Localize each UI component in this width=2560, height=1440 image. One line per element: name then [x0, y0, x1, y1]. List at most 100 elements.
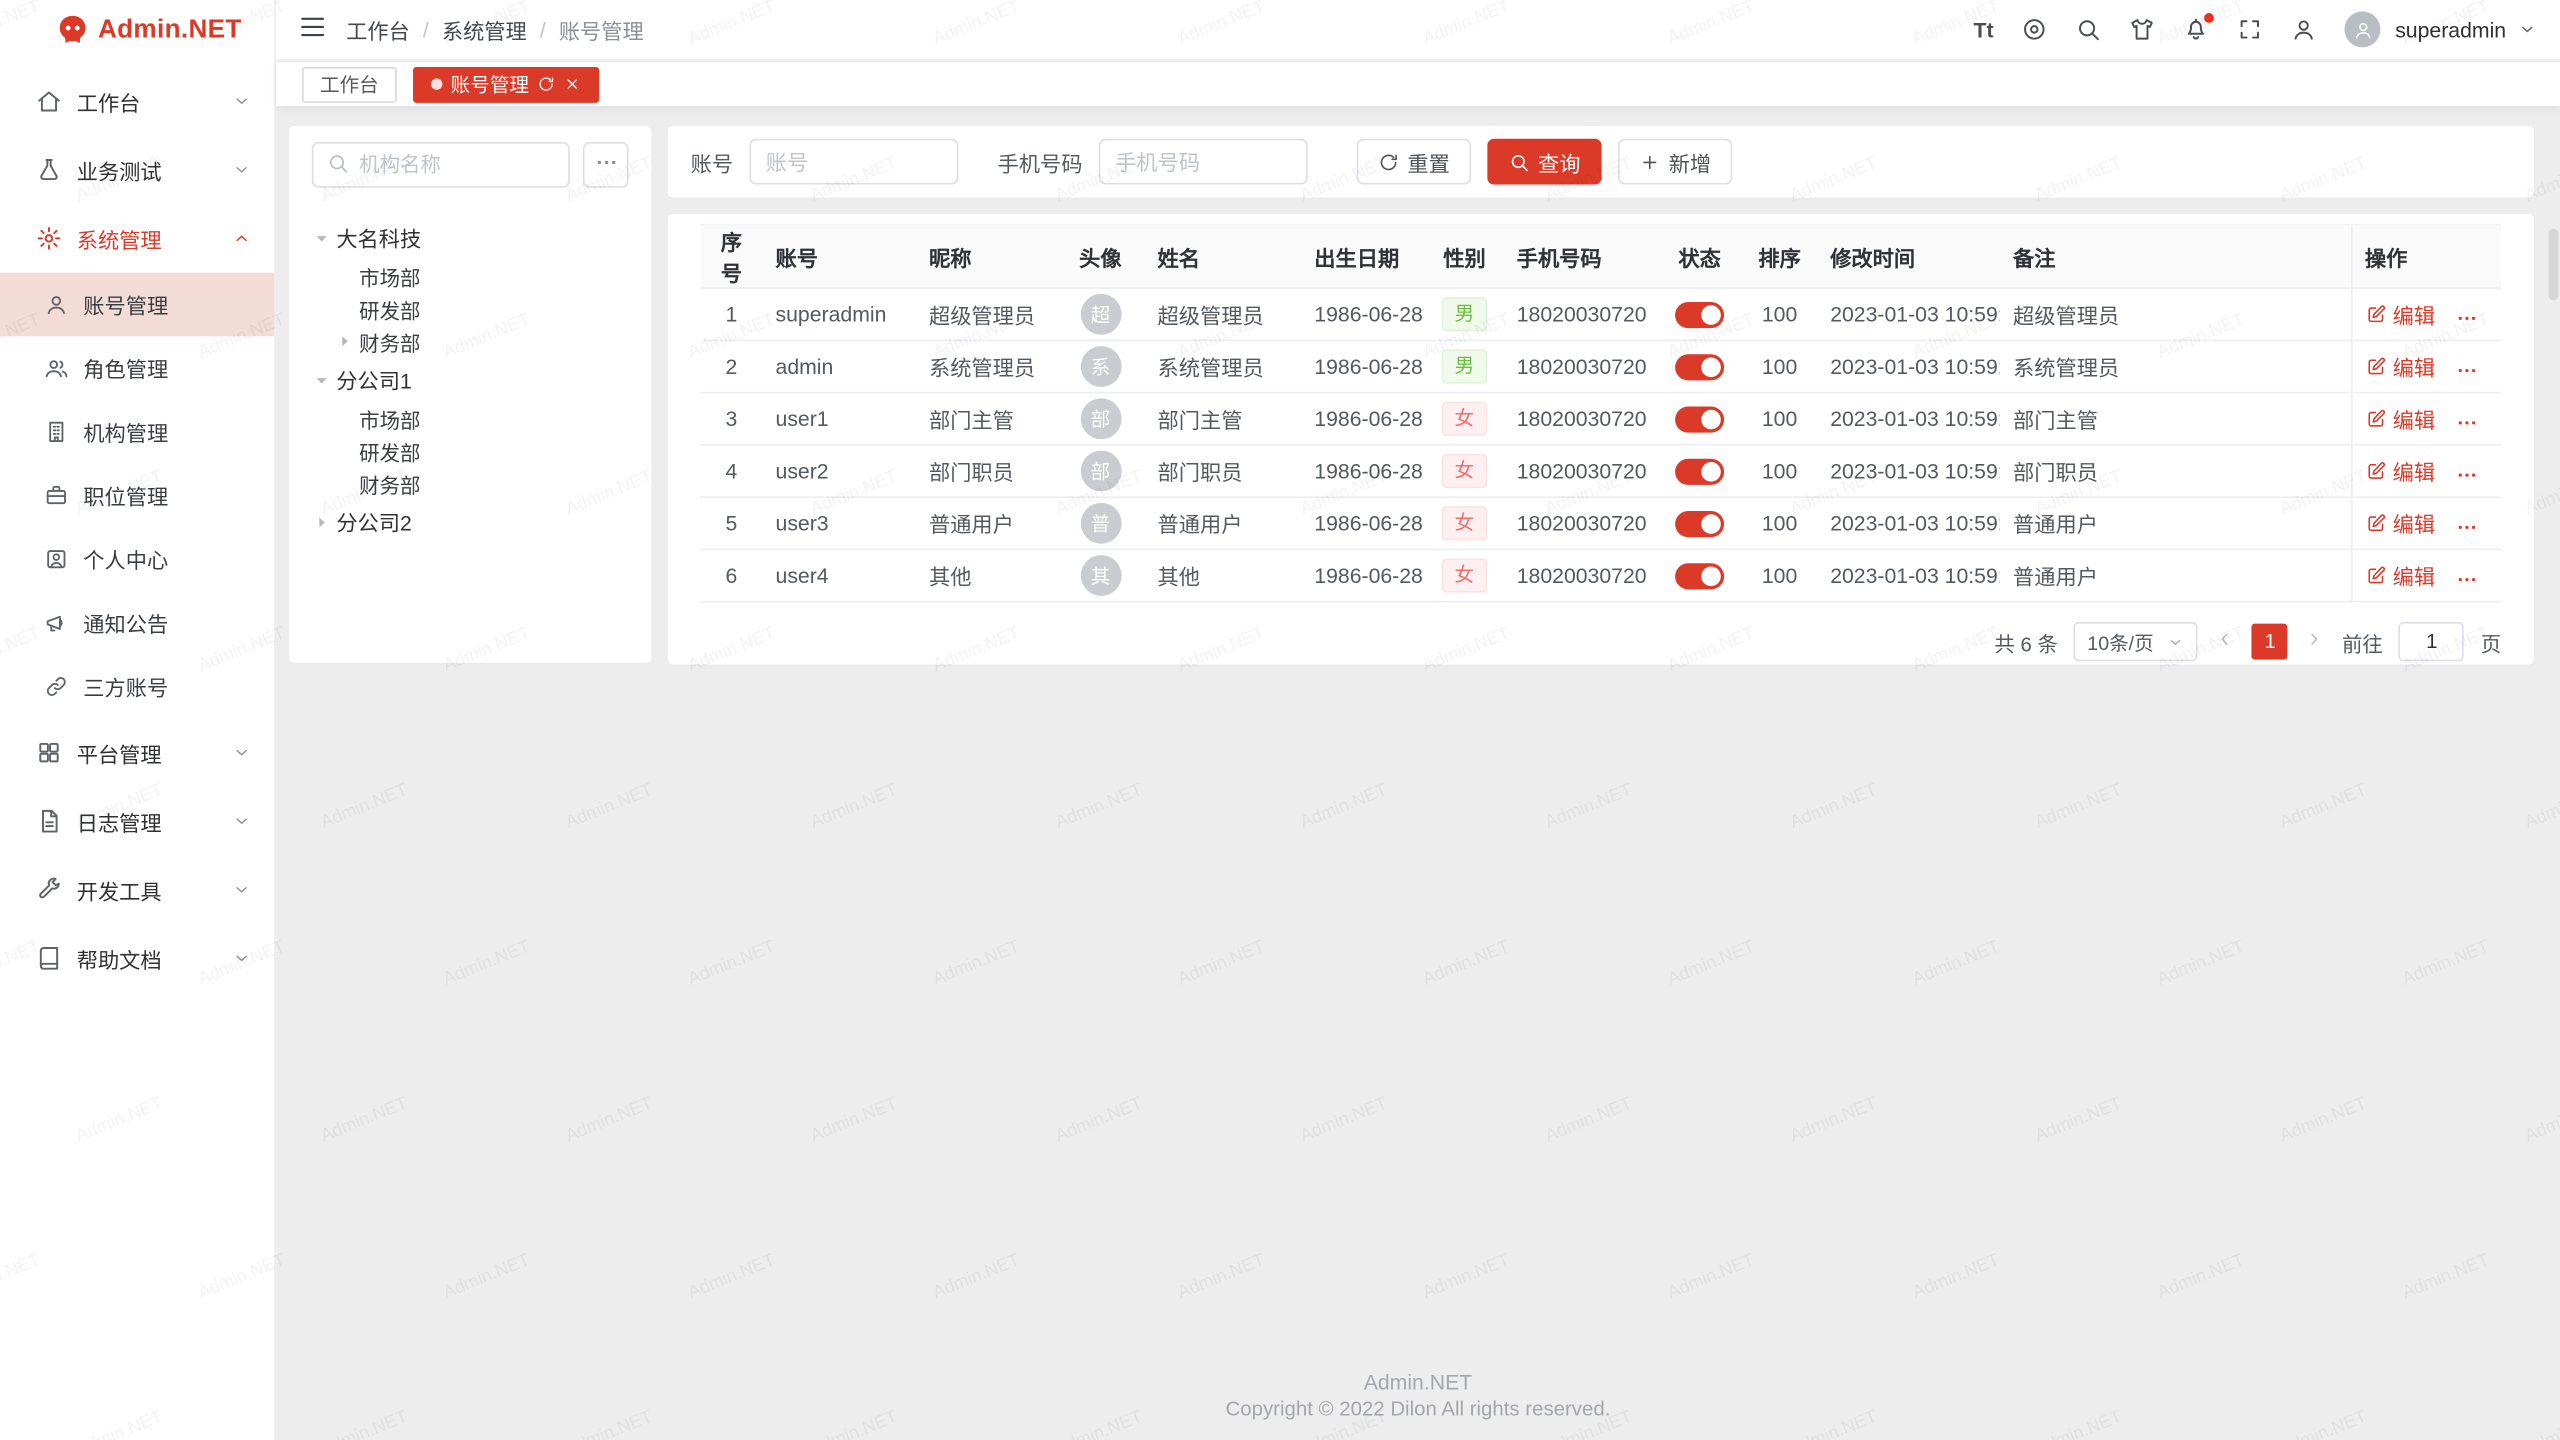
search-button[interactable]: 查询 [1487, 139, 1601, 185]
username-button[interactable]: superadmin [2395, 17, 2506, 41]
tab-close-icon[interactable] [563, 75, 581, 93]
user-menu-chevron-icon[interactable] [2518, 20, 2538, 40]
cell-remark: 部门主管 [2000, 393, 2351, 445]
sidebar-item-help-docs[interactable]: 帮助文档 [0, 924, 274, 993]
status-toggle[interactable] [1675, 406, 1724, 432]
sidebar-item-org-management[interactable]: 机构管理 [0, 400, 274, 464]
tree-node[interactable]: 分公司1 [312, 358, 629, 402]
user-avatar[interactable] [2345, 11, 2381, 47]
logo[interactable]: Admin.NET [0, 0, 274, 60]
avatar: 部 [1080, 451, 1121, 492]
row-more-button[interactable] [2455, 412, 2478, 435]
sidebar-item-role-management[interactable]: 角色管理 [0, 336, 274, 400]
breadcrumb-item[interactable]: 系统管理 [442, 14, 527, 45]
cell-gender: 男 [1425, 340, 1503, 392]
phone-input[interactable] [1099, 139, 1308, 185]
chevron-down-icon [232, 743, 252, 763]
cell-account: user3 [762, 497, 915, 549]
tree-node[interactable]: 大名科技 [312, 216, 629, 260]
row-more-button[interactable] [2455, 360, 2478, 383]
prev-page-button[interactable] [2215, 629, 2236, 655]
reset-button[interactable]: 重置 [1357, 139, 1471, 185]
theme-icon[interactable] [2021, 16, 2047, 42]
tree-more-button[interactable] [583, 142, 629, 188]
sidebar-item-account-management[interactable]: 账号管理 [0, 273, 274, 337]
sidebar-item-personal-center[interactable]: 个人中心 [0, 527, 274, 591]
search-icon [327, 151, 350, 174]
goto-page-input[interactable] [2399, 622, 2464, 661]
tree-node[interactable]: 市场部 [312, 260, 629, 293]
cell-gender: 女 [1425, 445, 1503, 497]
active-tab-dot [431, 78, 442, 89]
edit-button[interactable]: 编辑 [2365, 403, 2435, 434]
cell-order: 100 [1742, 445, 1817, 497]
edit-button[interactable]: 编辑 [2365, 455, 2435, 486]
tree-node[interactable]: 研发部 [312, 434, 629, 467]
row-more-button[interactable] [2455, 516, 2478, 539]
sidebar-item-notice[interactable]: 通知公告 [0, 591, 274, 655]
row-more-button[interactable] [2455, 464, 2478, 487]
tree-node[interactable]: 财务部 [312, 467, 629, 500]
tree-node-label: 财务部 [359, 326, 420, 357]
edit-button[interactable]: 编辑 [2365, 560, 2435, 591]
row-more-button[interactable] [2455, 569, 2478, 592]
logo-icon [56, 13, 90, 47]
sidebar: Admin.NET 工作台业务测试系统管理账号管理角色管理机构管理职位管理个人中… [0, 0, 276, 1440]
building-icon [44, 420, 68, 444]
status-toggle[interactable] [1675, 354, 1724, 380]
row-more-button[interactable] [2455, 307, 2478, 330]
tree-node[interactable]: 财务部 [312, 325, 629, 358]
tree-node[interactable]: 分公司2 [312, 500, 629, 544]
sidebar-item-platform-management[interactable]: 平台管理 [0, 718, 274, 787]
tab-refresh-icon[interactable] [537, 75, 555, 93]
edit-button[interactable]: 编辑 [2365, 298, 2435, 329]
skin-icon[interactable] [2129, 16, 2155, 42]
scrollbar-thumb[interactable] [2549, 229, 2559, 301]
cell-remark: 普通用户 [2000, 549, 2351, 601]
cell-remark: 系统管理员 [2000, 340, 2351, 392]
column-header: 排序 [1742, 224, 1817, 288]
notification-icon[interactable] [2183, 16, 2209, 42]
sidebar-item-position-management[interactable]: 职位管理 [0, 464, 274, 528]
sidebar-item-dev-tools[interactable]: 开发工具 [0, 856, 274, 925]
sidebar-item-label: 机构管理 [83, 416, 168, 447]
cell-actions: 编辑 [2351, 393, 2501, 445]
status-toggle[interactable] [1675, 458, 1724, 484]
chevron-right-icon [2304, 629, 2325, 655]
org-search-input[interactable] [359, 153, 555, 176]
collapse-menu-button[interactable] [299, 13, 327, 46]
tree-node[interactable]: 市场部 [312, 402, 629, 435]
tab-1-active[interactable]: 账号管理 [413, 66, 599, 102]
cell-avatar: 普 [1056, 497, 1144, 549]
cell-status [1657, 288, 1742, 340]
sidebar-item-third-party-account[interactable]: 三方账号 [0, 655, 274, 719]
account-label: 账号 [691, 146, 733, 177]
status-toggle[interactable] [1675, 511, 1724, 537]
font-size-icon[interactable]: Tt [1974, 17, 1994, 41]
cell-remark: 超级管理员 [2000, 288, 2351, 340]
account-input[interactable] [749, 139, 958, 185]
sidebar-item-log-management[interactable]: 日志管理 [0, 787, 274, 856]
cell-actions: 编辑 [2351, 497, 2501, 549]
search-icon[interactable] [2075, 16, 2101, 42]
table-row: 5user3普通用户普普通用户1986-06-28女18020030720100… [700, 497, 2501, 549]
breadcrumb-item[interactable]: 工作台 [346, 14, 410, 45]
fullscreen-icon[interactable] [2237, 16, 2263, 42]
add-button[interactable]: 新增 [1618, 139, 1732, 185]
tab-0[interactable]: 工作台 [302, 66, 397, 102]
next-page-button[interactable] [2304, 629, 2325, 655]
profile-icon[interactable] [2291, 16, 2317, 42]
sidebar-item-business-test[interactable]: 业务测试 [0, 136, 274, 205]
edit-button[interactable]: 编辑 [2365, 351, 2435, 382]
status-toggle[interactable] [1675, 563, 1724, 589]
sidebar-item-system-management[interactable]: 系统管理 [0, 204, 274, 273]
page-size-select[interactable]: 10条/页 [2074, 622, 2198, 661]
tree-node-label: 分公司1 [336, 364, 411, 395]
status-toggle[interactable] [1675, 302, 1724, 328]
caret-down-icon [312, 228, 332, 248]
tree-node[interactable]: 研发部 [312, 292, 629, 325]
edit-button[interactable]: 编辑 [2365, 507, 2435, 538]
sidebar-item-workbench[interactable]: 工作台 [0, 67, 274, 136]
app-root: Admin.NET 工作台业务测试系统管理账号管理角色管理机构管理职位管理个人中… [0, 0, 2560, 1440]
page-number-button[interactable]: 1 [2252, 624, 2288, 660]
